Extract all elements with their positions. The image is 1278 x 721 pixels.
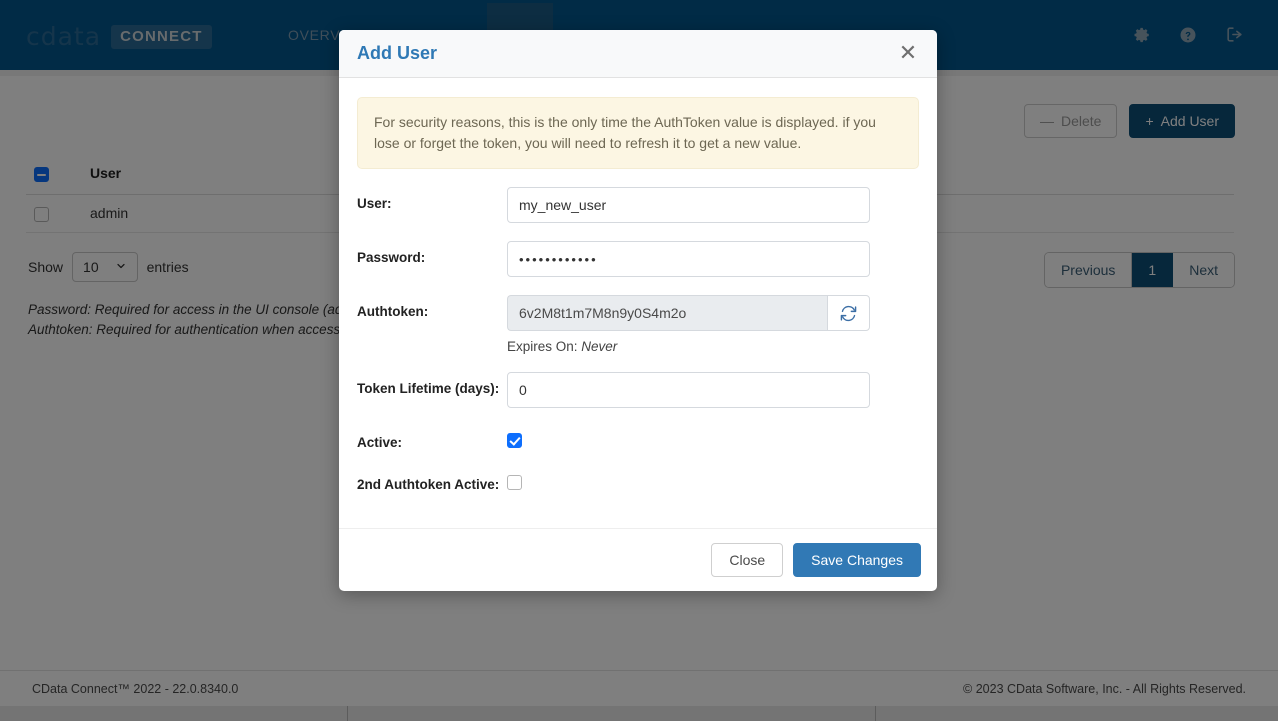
field-row-token-lifetime: Token Lifetime (days): [357, 372, 919, 408]
field-row-user: User: [357, 187, 919, 223]
field-row-active: Active: [357, 426, 919, 450]
user-label: User: [357, 196, 392, 211]
close-button[interactable]: Close [711, 543, 784, 577]
user-input[interactable] [507, 187, 870, 223]
second-authtoken-label: 2nd Authtoken Active: [357, 477, 500, 492]
active-checkbox[interactable] [507, 433, 522, 449]
close-icon[interactable]: ✕ [895, 41, 921, 67]
field-row-password: Password: [357, 241, 919, 277]
modal-body: For security reasons, this is the only t… [339, 78, 937, 502]
password-input[interactable] [507, 241, 870, 277]
token-lifetime-input[interactable] [507, 372, 870, 408]
second-authtoken-checkbox[interactable] [507, 475, 522, 491]
expires-value: Never [581, 339, 618, 354]
field-row-authtoken: Authtoken: Expires On: Never [357, 295, 919, 354]
token-lifetime-label: Token Lifetime (days): [357, 381, 500, 396]
field-row-second-authtoken: 2nd Authtoken Active: [357, 468, 919, 492]
save-changes-button[interactable]: Save Changes [793, 543, 921, 577]
authtoken-label: Authtoken: [357, 304, 429, 319]
authtoken-group [507, 295, 870, 331]
authtoken-expires-note: Expires On: Never [507, 339, 919, 354]
security-alert: For security reasons, this is the only t… [357, 97, 919, 169]
modal-header: Add User ✕ [339, 30, 937, 78]
authtoken-input[interactable] [507, 295, 827, 331]
refresh-icon[interactable] [827, 295, 870, 331]
password-label: Password: [357, 250, 426, 265]
add-user-modal: Add User ✕ For security reasons, this is… [339, 30, 937, 591]
modal-title: Add User [357, 43, 438, 63]
expires-prefix: Expires On: [507, 339, 578, 354]
modal-footer: Close Save Changes [339, 528, 937, 591]
active-label: Active: [357, 435, 403, 450]
